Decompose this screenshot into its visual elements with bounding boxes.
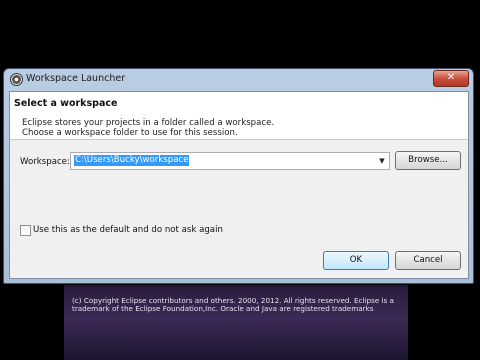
window-title: Workspace Launcher <box>26 73 126 84</box>
header-description-line: Choose a workspace folder to use for thi… <box>22 128 238 138</box>
title-bar[interactable]: Workspace Launcher ✕ <box>4 69 473 90</box>
chevron-down-icon[interactable]: ▼ <box>377 156 387 166</box>
close-icon: ✕ <box>446 72 456 83</box>
workspace-combo-input[interactable]: C:\Users\Bucky\workspace ▼ <box>70 152 390 170</box>
browse-button[interactable]: Browse... <box>395 151 461 170</box>
workspace-label: Workspace: <box>20 157 70 167</box>
default-checkbox[interactable] <box>20 225 31 236</box>
splash-copyright-text: (c) Copyright Eclipse contributors and o… <box>72 296 394 314</box>
eclipse-splash-background: (c) Copyright Eclipse contributors and o… <box>64 285 408 360</box>
dialog-body: Select a workspace Eclipse stores your p… <box>9 91 469 279</box>
header-description: Eclipse stores your projects in a folder… <box>22 118 274 138</box>
header-title: Select a workspace <box>14 98 118 109</box>
header-description-line: Eclipse stores your projects in a folder… <box>22 118 275 128</box>
workspace-path-value[interactable]: C:\Users\Bucky\workspace <box>74 155 190 166</box>
default-checkbox-label[interactable]: Use this as the default and do not ask a… <box>33 225 223 235</box>
ok-button[interactable]: OK <box>323 251 389 270</box>
close-button[interactable]: ✕ <box>433 70 469 87</box>
eclipse-icon <box>10 73 23 86</box>
dialog-header: Select a workspace Eclipse stores your p… <box>10 92 468 140</box>
cancel-button[interactable]: Cancel <box>395 251 461 270</box>
workspace-launcher-dialog: Workspace Launcher ✕ Select a workspace … <box>3 68 474 284</box>
